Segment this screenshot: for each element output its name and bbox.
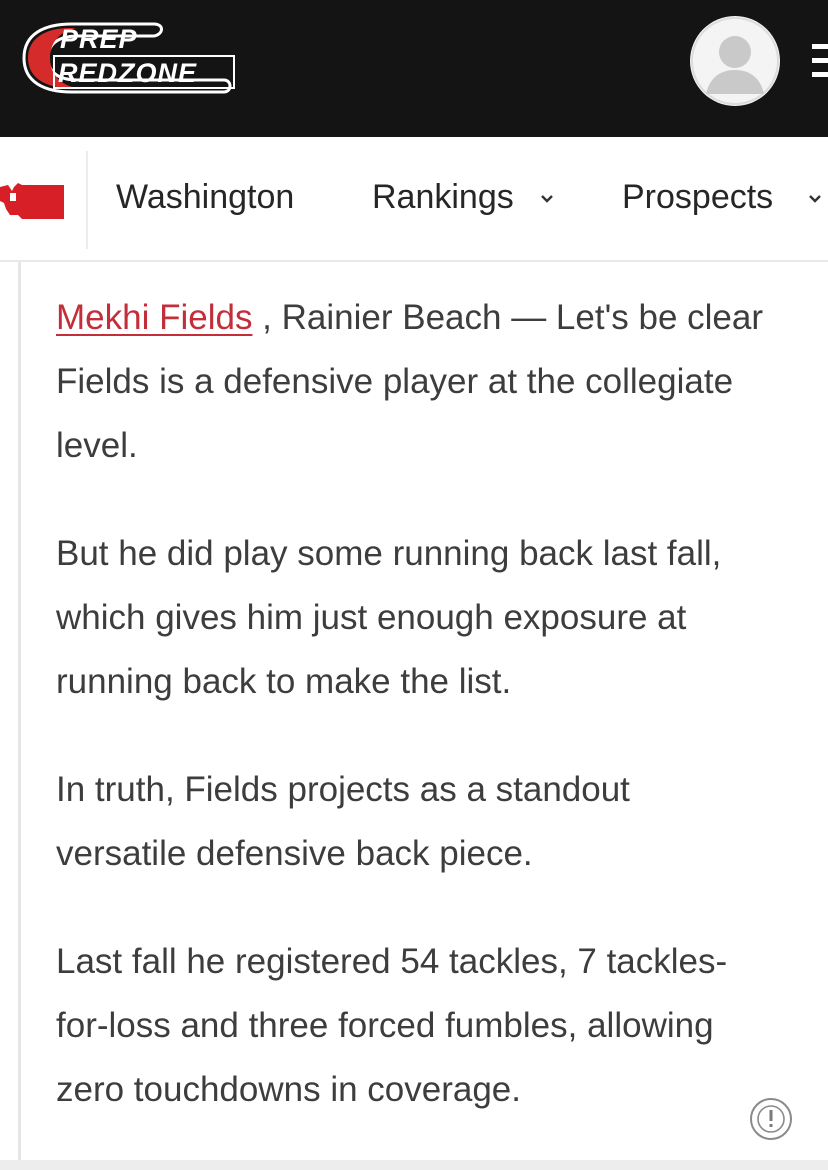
logo-text-redzone: REDZONE — [58, 58, 198, 88]
article-body: Mekhi Fields , Rainier Beach — Let's be … — [56, 286, 828, 1126]
state-nav: Washington Rankings Prospects — [0, 137, 828, 262]
state-shape — [0, 183, 64, 219]
chevron-down-icon[interactable] — [808, 194, 822, 204]
logo-text-prep: PREP — [60, 24, 138, 54]
chevron-down-icon[interactable] — [540, 194, 554, 204]
article-text: level. — [56, 426, 138, 465]
player-link-mekhi-fields[interactable]: Mekhi Fields — [56, 298, 252, 337]
article-text: But he did play some running back last f… — [56, 534, 722, 573]
article-text: versatile defensive back piece. — [56, 834, 533, 873]
avatar-silhouette — [691, 17, 779, 105]
bottom-edge — [0, 1160, 828, 1170]
article-text: zero touchdowns in coverage. — [56, 1070, 521, 1109]
nav-item-prospects[interactable]: Prospects — [622, 175, 773, 219]
page: PREP REDZONE Washington Rankings Prospec… — [0, 0, 828, 1170]
nav-item-washington[interactable]: Washington — [116, 175, 294, 219]
content-rule — [18, 262, 21, 1170]
article-paragraph: Mekhi Fields , Rainier Beach — Let's be … — [56, 286, 828, 478]
user-avatar-icon[interactable] — [690, 16, 780, 106]
nav-item-rankings[interactable]: Rankings — [372, 175, 514, 219]
article-text: Last fall he registered 54 tackles, 7 ta… — [56, 942, 728, 981]
article-text: for-loss and three forced fumbles, allow… — [56, 1006, 714, 1045]
exclamation-circle-icon[interactable] — [748, 1096, 794, 1142]
washington-state-icon[interactable] — [0, 181, 66, 221]
article-text: In truth, Fields projects as a standout — [56, 770, 630, 809]
article-paragraph: But he did play some running back last f… — [56, 522, 828, 714]
article-text: , Rainier Beach — Let's be clear — [252, 298, 763, 337]
article-text: running back to make the list. — [56, 662, 512, 701]
article-paragraph: Last fall he registered 54 tackles, 7 ta… — [56, 930, 828, 1122]
article-paragraph: In truth, Fields projects as a standout … — [56, 758, 828, 886]
hamburger-menu-icon[interactable] — [812, 44, 828, 78]
article-text: which gives him just enough exposure at — [56, 598, 687, 637]
nav-divider — [86, 151, 88, 249]
prep-redzone-logo[interactable]: PREP REDZONE — [14, 20, 236, 96]
article-text: Fields is a defensive player at the coll… — [56, 362, 734, 401]
site-header: PREP REDZONE — [0, 0, 828, 137]
